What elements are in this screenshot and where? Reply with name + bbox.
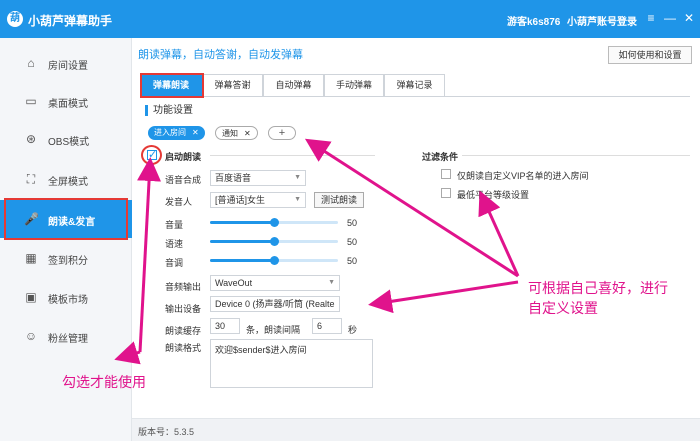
obs-icon: ⊛	[25, 132, 37, 146]
output-device-value: Device 0 (扬声器/听筒 (Realte	[215, 299, 335, 309]
tab-auto-danmaku[interactable]: 自动弹幕	[263, 74, 324, 96]
sidebar-item-label: OBS模式	[48, 137, 90, 148]
template-icon: ▣	[25, 290, 37, 304]
section-title: 功能设置	[145, 105, 193, 116]
home-icon: ⌂	[27, 56, 35, 70]
highlight-circle-checkbox	[141, 145, 162, 165]
help-button[interactable]: 如何使用和设置	[608, 46, 692, 64]
tts-label: 语音合成	[165, 175, 202, 185]
tab-danmaku-records[interactable]: 弹幕记录	[384, 74, 445, 96]
volume-value: 50	[347, 218, 358, 228]
chevron-down-icon: ▼	[328, 279, 335, 286]
minimize-icon[interactable]: —	[663, 10, 677, 26]
speaker-label: 发音人	[165, 197, 193, 207]
version-bar: 版本号：5.3.5	[132, 418, 700, 441]
pitch-label: 音调	[165, 258, 184, 268]
fullscreen-icon: ⛶	[26, 172, 36, 186]
audio-output-label: 音频输出	[165, 282, 202, 292]
vip-only-label: 仅朗读自定义VIP名单的进入房间	[457, 171, 589, 181]
sidebar-item-checkin-points[interactable]: ▦ 签到积分	[0, 239, 132, 277]
menu-icon[interactable]: ≡	[644, 10, 658, 26]
close-icon[interactable]: ✕	[682, 10, 696, 26]
annotation-custom-note-1: 可根据自己喜好，进行	[528, 280, 668, 296]
annotation-custom-note-2: 自定义设置	[528, 300, 598, 316]
page-title: 朗读弹幕，自动答谢，自动发弹幕	[138, 49, 303, 61]
sidebar-item-label: 桌面模式	[48, 99, 88, 110]
speaker-value: [普通话]女生	[215, 195, 266, 205]
login-link[interactable]: 小葫芦账号登录	[567, 13, 637, 28]
chip-close-icon[interactable]: ✕	[244, 129, 251, 138]
sidebar-item-label: 粉丝管理	[48, 334, 88, 345]
tab-danmaku-thanks[interactable]: 弹幕答谢	[202, 74, 263, 96]
chevron-down-icon: ▼	[294, 196, 301, 203]
sidebar-item-room-settings[interactable]: ⌂ 房间设置	[0, 44, 132, 82]
sidebar-item-desktop-mode[interactable]: ▭ 桌面模式	[0, 82, 132, 120]
highlight-box-tab	[140, 73, 204, 98]
filter-title: 过滤条件	[422, 152, 459, 162]
output-device-label: 输出设备	[165, 304, 202, 314]
test-read-button[interactable]: 测试朗读	[314, 192, 364, 208]
slider-handle[interactable]	[270, 256, 279, 265]
cache-unit: 条，朗读间隔	[246, 325, 301, 335]
sidebar-item-label: 模板市场	[48, 295, 88, 306]
chevron-down-icon: ▼	[294, 174, 301, 181]
output-device-select[interactable]: Device 0 (扬声器/听筒 (Realte	[210, 296, 340, 312]
chip-enter-room[interactable]: 进入房间 ✕	[148, 126, 205, 140]
sidebar-item-fan-management[interactable]: ☺ 粉丝管理	[0, 317, 132, 355]
min-level-label: 最低平台等级设置	[457, 190, 530, 200]
chip-label: 通知	[222, 129, 238, 138]
tts-value: 百度语音	[215, 173, 252, 183]
sidebar-item-label: 房间设置	[48, 61, 88, 72]
sidebar-item-label: 全屏模式	[48, 177, 88, 188]
add-chip-button[interactable]: +	[268, 126, 296, 140]
highlight-box-sidebar	[4, 198, 128, 240]
guest-account[interactable]: 游客k6s876	[507, 13, 560, 28]
pitch-value: 50	[347, 256, 358, 266]
vip-only-checkbox[interactable]	[441, 169, 451, 179]
interval-unit: 秒	[348, 325, 358, 335]
sidebar-item-template-market[interactable]: ▣ 模板市场	[0, 278, 132, 316]
slider-handle[interactable]	[270, 237, 279, 246]
speed-label: 语速	[165, 239, 184, 249]
speed-value: 50	[347, 237, 358, 247]
monitor-icon: ▭	[25, 94, 37, 108]
tab-manual-danmaku[interactable]: 手动弹幕	[324, 74, 384, 96]
title-bar: 葫 小葫芦弹幕助手 游客k6s876 小葫芦账号登录 ≡ — ✕	[0, 0, 700, 38]
format-textarea[interactable]: 欢迎$sender$进入房间	[210, 339, 373, 388]
enable-read-label: 启动朗读	[165, 152, 202, 162]
tts-select[interactable]: 百度语音 ▼	[210, 170, 306, 186]
tab-divider	[140, 96, 690, 97]
format-label: 朗读格式	[165, 343, 202, 353]
sidebar-item-fullscreen-mode[interactable]: ⛶ 全屏模式	[0, 160, 132, 198]
volume-slider[interactable]	[210, 218, 338, 227]
version-label: 版本号：5.3.5	[138, 427, 195, 437]
divider	[462, 155, 690, 156]
volume-label: 音量	[165, 220, 184, 230]
chip-notify[interactable]: 通知 ✕	[215, 126, 258, 140]
chip-label: 进入房间	[154, 128, 186, 137]
pitch-slider[interactable]	[210, 256, 338, 265]
fans-icon: ☺	[24, 329, 38, 343]
annotation-check-note: 勾选才能使用	[62, 374, 146, 390]
speed-slider[interactable]	[210, 237, 338, 246]
audio-output-select[interactable]: WaveOut ▼	[210, 275, 340, 291]
sidebar-item-label: 签到积分	[48, 256, 88, 267]
divider	[210, 155, 375, 156]
speaker-select[interactable]: [普通话]女生 ▼	[210, 192, 306, 208]
audio-output-value: WaveOut	[215, 278, 253, 288]
app-title: 小葫芦弹幕助手	[28, 14, 113, 28]
chip-close-icon[interactable]: ✕	[192, 128, 199, 137]
min-level-checkbox[interactable]	[441, 188, 451, 198]
cache-label: 朗读缓存	[165, 326, 202, 336]
slider-handle[interactable]	[270, 218, 279, 227]
cache-input[interactable]: 30	[210, 318, 240, 334]
sidebar-item-obs-mode[interactable]: ⊛ OBS模式	[0, 120, 132, 158]
interval-input[interactable]: 6	[312, 318, 342, 334]
calendar-icon: ▦	[25, 251, 37, 265]
app-logo-icon: 葫	[7, 11, 23, 27]
